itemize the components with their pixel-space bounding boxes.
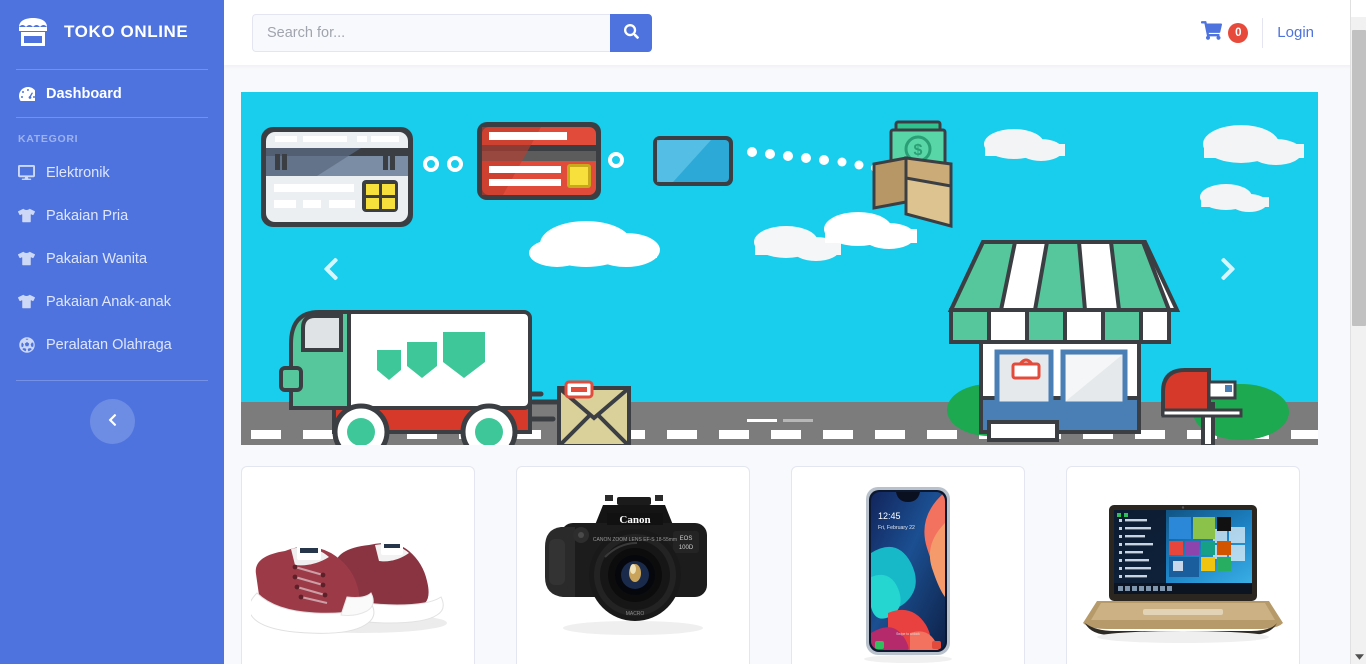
futbol-icon: [18, 336, 35, 353]
sidebar-item-label: Dashboard: [46, 85, 122, 102]
login-link[interactable]: Login: [1263, 24, 1328, 41]
scrollbar-track-top: [1351, 0, 1366, 17]
carousel-prev-button[interactable]: [296, 92, 366, 445]
product-card[interactable]: Canon EOS 100D CANON ZOOM LENS EF-S 18-5…: [516, 466, 750, 664]
sidebar-category-heading: KATEGORI: [18, 133, 79, 145]
brand-link[interactable]: TOKO ONLINE: [0, 0, 224, 64]
sidebar-item-dashboard[interactable]: Dashboard: [0, 75, 224, 112]
carousel-slide-active: $: [241, 92, 1318, 445]
svg-text:CANON ZOOM LENS EF-S 18-55mm: CANON ZOOM LENS EF-S 18-55mm: [593, 537, 677, 543]
svg-text:MACRO: MACRO: [626, 611, 645, 617]
sidebar-category-list: Elektronik Pakaian Pria Pakaian Wanita P…: [0, 151, 224, 366]
sidebar-item-elektronik[interactable]: Elektronik: [0, 151, 224, 194]
tshirt-icon: [18, 250, 35, 267]
topbar-right: 0 Login: [1187, 17, 1350, 48]
product-image-laptop: [1083, 505, 1283, 643]
svg-text:100D: 100D: [679, 545, 694, 551]
svg-text:Canon: Canon: [619, 514, 650, 526]
sidebar-item-label: Pakaian Anak-anak: [46, 293, 171, 310]
topbar: 0 Login: [224, 0, 1366, 65]
page-scrollbar[interactable]: [1350, 0, 1366, 664]
product-card[interactable]: 12:45 Fri, February 22 Swipe to unlock: [791, 466, 1025, 664]
product-image-sneakers: [251, 541, 447, 634]
scrollbar-down-button[interactable]: [1351, 647, 1366, 664]
tshirt-icon: [18, 293, 35, 310]
phone-time: 12:45: [878, 511, 901, 521]
cart-link[interactable]: 0: [1187, 20, 1262, 46]
chevron-left-icon: [107, 413, 118, 430]
sidebar-toggle-button[interactable]: [89, 399, 135, 444]
carousel-indicator-1[interactable]: [746, 419, 777, 422]
sidebar-item-peralatan-olahraga[interactable]: Peralatan Olahraga: [0, 323, 224, 366]
sidebar-item-label: Pakaian Pria: [46, 207, 129, 224]
svg-text:EOS: EOS: [680, 536, 693, 542]
sidebar-item-label: Peralatan Olahraga: [46, 336, 172, 353]
content-area: $ Canon EOS 100D CANON ZOOM LENS EF-S 18…: [224, 65, 1366, 664]
scrollbar-thumb[interactable]: [1352, 30, 1366, 326]
search-form: [252, 13, 652, 52]
sidebar-divider-top: [16, 69, 208, 70]
chevron-left-icon: [322, 256, 340, 282]
cart-count-badge: 0: [1228, 22, 1249, 43]
carousel: $: [241, 92, 1318, 445]
sidebar: TOKO ONLINE Dashboard KATEGORI Elektroni…: [0, 0, 224, 664]
sidebar-toggle-wrap: [0, 399, 224, 444]
sidebar-item-pakaian-anak-anak[interactable]: Pakaian Anak-anak: [0, 280, 224, 323]
tachometer-icon: [18, 85, 35, 102]
brand-name: TOKO ONLINE: [64, 22, 189, 41]
product-card[interactable]: [241, 466, 475, 664]
chevron-right-icon: [1219, 256, 1237, 282]
product-grid: Canon EOS 100D CANON ZOOM LENS EF-S 18-5…: [241, 466, 1324, 664]
sidebar-item-label: Elektronik: [46, 164, 110, 181]
search-button[interactable]: [610, 13, 652, 52]
product-image-camera: Canon EOS 100D CANON ZOOM LENS EF-S 18-5…: [545, 495, 707, 635]
phone-date: Fri, February 22: [878, 525, 915, 531]
carousel-indicator-2[interactable]: [782, 419, 813, 422]
search-icon: [623, 23, 639, 42]
desktop-icon: [18, 164, 35, 181]
shopping-cart-icon: [1201, 20, 1223, 46]
svg-text:Swipe to unlock: Swipe to unlock: [896, 632, 920, 636]
sidebar-item-label: Pakaian Wanita: [46, 250, 148, 267]
sidebar-divider-mid: [16, 117, 208, 118]
main-area: 0 Login: [224, 0, 1366, 664]
carousel-indicators: [241, 419, 1318, 422]
sidebar-divider-bottom: [16, 380, 208, 381]
sidebar-item-pakaian-pria[interactable]: Pakaian Pria: [0, 194, 224, 237]
product-card[interactable]: [1066, 466, 1300, 664]
svg-text:$: $: [914, 142, 923, 159]
caret-down-icon: [1354, 647, 1364, 664]
tshirt-icon: [18, 207, 35, 224]
product-image-phone: 12:45 Fri, February 22 Swipe to unlock: [864, 487, 952, 663]
store-icon: [14, 13, 52, 51]
sidebar-item-pakaian-wanita[interactable]: Pakaian Wanita: [0, 237, 224, 280]
app-root: TOKO ONLINE Dashboard KATEGORI Elektroni…: [0, 0, 1366, 664]
carousel-next-button[interactable]: [1193, 92, 1263, 445]
search-input[interactable]: [252, 13, 610, 52]
